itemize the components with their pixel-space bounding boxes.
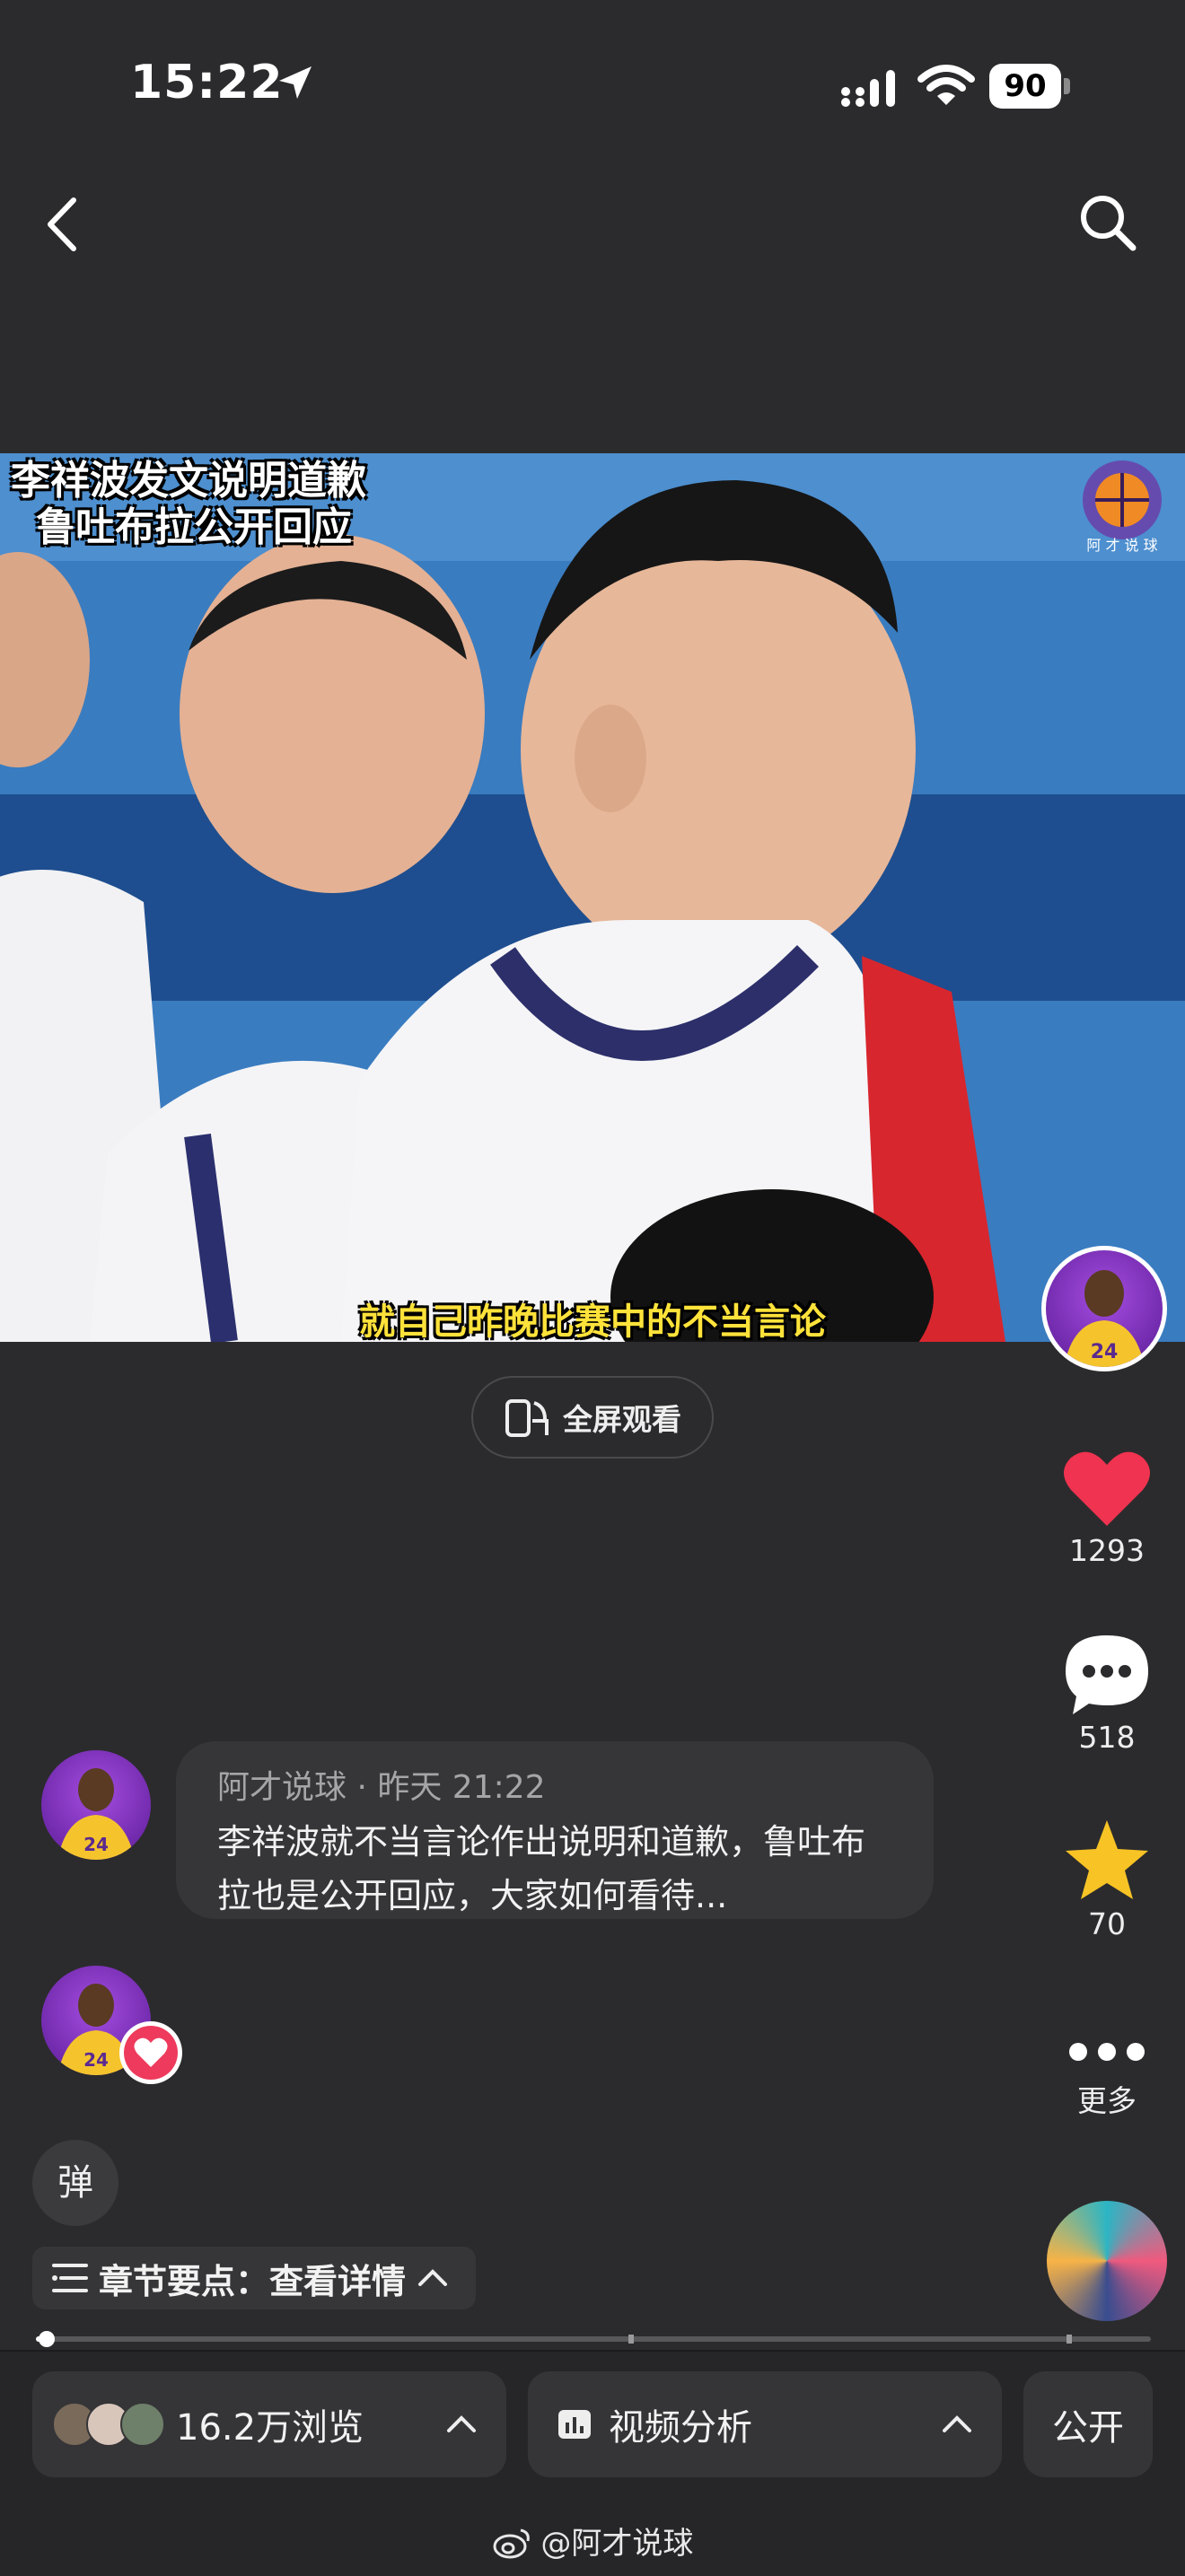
star-icon [1066, 1820, 1148, 1899]
chapter-tick [628, 2335, 634, 2344]
avatar-player-image: 24 [57, 1768, 135, 1860]
comment-author[interactable]: 阿才说球 [217, 1769, 347, 1806]
progress-handle[interactable] [39, 2331, 56, 2347]
weibo-handle: @阿才说球 [540, 2526, 694, 2562]
chevron-up-icon [447, 2415, 476, 2432]
fullscreen-label: 全屏观看 [563, 1402, 681, 1437]
comment-button[interactable]: 518 [1040, 1632, 1174, 1755]
chevron-up-icon [418, 2269, 448, 2286]
watermark-text: 阿 才 说 球 [1086, 537, 1157, 554]
like-badge [119, 2021, 182, 2084]
rotate-phone-icon [505, 1399, 549, 1437]
comment-meta: 阿才说球 · 昨天 21:22 [217, 1761, 892, 1808]
battery-indicator: 90 [989, 64, 1072, 109]
video-frame [0, 453, 1185, 1342]
visibility-button[interactable]: 公开 [1023, 2371, 1153, 2477]
list-icon [52, 2264, 88, 2292]
chapter-tick [1066, 2335, 1072, 2344]
weibo-logo-icon [493, 2528, 530, 2559]
video-analysis-button[interactable]: 视频分析 [528, 2371, 1002, 2477]
visibility-label: 公开 [1052, 2407, 1124, 2449]
weibo-watermark: @阿才说球 [0, 2519, 1185, 2563]
channel-watermark-logo: 阿 才 说 球 [1083, 460, 1162, 554]
author-avatar[interactable]: 24 [1041, 1246, 1167, 1371]
favorite-button[interactable]: 70 [1040, 1817, 1174, 1941]
cellular-signal-icon [841, 70, 895, 107]
heart-icon [1064, 1451, 1150, 1526]
heart-icon [134, 2037, 168, 2067]
back-chevron-icon[interactable] [40, 193, 84, 256]
svg-text:24: 24 [1091, 1341, 1119, 1363]
more-button[interactable]: 更多 [1040, 2030, 1174, 2120]
comment-text: 李祥波就不当言论作出说明和道歉，鲁吐布拉也是公开回应，大家如何看待... [217, 1822, 866, 1915]
fullscreen-button[interactable]: 全屏观看 [471, 1376, 714, 1459]
video-player[interactable] [0, 453, 1185, 1342]
more-label: 更多 [1077, 2083, 1137, 2118]
viewer-avatar [120, 2402, 165, 2447]
status-time: 15:22 [130, 56, 284, 110]
like-count: 1293 [1069, 1533, 1145, 1568]
headline-line-2: 鲁吐布拉公开回应 [36, 504, 352, 550]
comment-count: 518 [1078, 1720, 1136, 1755]
comment-separator: · [347, 1769, 378, 1806]
chapter-points-button[interactable]: 章节要点：查看详情 [32, 2247, 477, 2309]
video-analysis-label: 视频分析 [609, 2407, 752, 2449]
avatar-player-image: 24 [1064, 1270, 1145, 1367]
comment-bubble[interactable]: 阿才说球 · 昨天 21:22 李祥波就不当言论作出说明和道歉，鲁吐布拉也是公开… [176, 1741, 934, 1919]
danmu-toggle-button[interactable]: 弹 [32, 2140, 118, 2226]
like-button[interactable]: 1293 [1040, 1447, 1174, 1568]
comment-time: 昨天 21:22 [377, 1769, 546, 1806]
video-subtitle: 就自己昨晚比赛中的不当言论 [359, 1301, 826, 1343]
music-disc-icon[interactable] [1047, 2201, 1167, 2321]
battery-level: 90 [1004, 68, 1047, 104]
favorite-count: 70 [1088, 1906, 1126, 1941]
svg-text:24: 24 [83, 2049, 109, 2071]
chapter-label: 章节要点：查看详情 [99, 2261, 407, 2301]
analytics-icon [558, 2410, 591, 2439]
more-dots-icon [1069, 2043, 1145, 2061]
wifi-icon [917, 65, 975, 105]
search-icon[interactable] [1075, 190, 1140, 255]
location-arrow-icon [279, 66, 312, 99]
chevron-up-icon [943, 2415, 971, 2432]
headline-line-1: 李祥波发文说明道歉 [11, 458, 366, 504]
comment-bubble-icon [1066, 1635, 1148, 1714]
commenter-avatar[interactable]: 24 [41, 1750, 151, 1860]
video-progress-bar[interactable] [36, 2331, 1151, 2347]
video-headline: 李祥波发文说明道歉 鲁吐布拉公开回应 [11, 458, 366, 551]
views-count: 16.2万浏览 [176, 2407, 364, 2449]
views-button[interactable]: 16.2万浏览 [32, 2371, 506, 2477]
svg-text:24: 24 [83, 1834, 109, 1855]
